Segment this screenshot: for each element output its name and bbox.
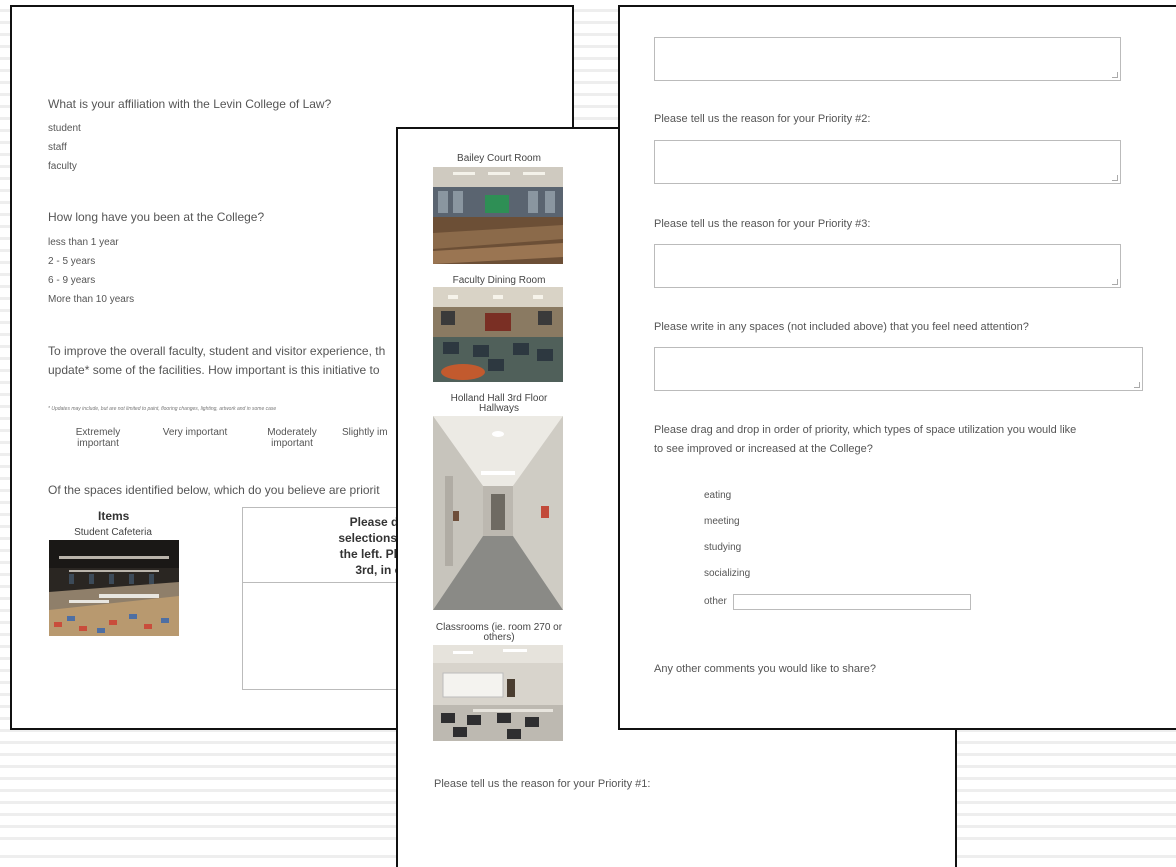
question-improve-line2: update* some of the facilities. How impo… xyxy=(48,363,380,377)
question-priority-3-reason: Please tell us the reason for your Prior… xyxy=(654,218,871,230)
rank-item-meeting[interactable]: meeting xyxy=(704,516,740,527)
rank-item-studying[interactable]: studying xyxy=(704,542,741,553)
option-staff[interactable]: staff xyxy=(48,142,67,153)
faculty-dining-room-photo[interactable] xyxy=(433,287,563,382)
caption-bailey-court-room: Bailey Court Room xyxy=(457,153,541,164)
option-2-5-years[interactable]: 2 - 5 years xyxy=(48,256,95,267)
priority-1-reason-textarea[interactable] xyxy=(654,37,1121,81)
question-priorities: Of the spaces identified below, which do… xyxy=(48,483,380,497)
footnote: * Updates may include, but are not limit… xyxy=(48,406,277,412)
question-affiliation: What is your affiliation with the Levin … xyxy=(48,97,332,111)
scale-extremely-important[interactable]: Extremely important xyxy=(58,427,138,449)
caption-classrooms: Classrooms (ie. room 270 or others) xyxy=(435,622,563,643)
priority-2-reason-textarea[interactable] xyxy=(654,140,1121,184)
rank-item-eating[interactable]: eating xyxy=(704,490,731,501)
holland-hall-hallways-photo[interactable] xyxy=(433,416,563,610)
question-other-spaces: Please write in any spaces (not included… xyxy=(654,321,1029,333)
question-other-comments: Any other comments you would like to sha… xyxy=(654,663,876,675)
question-improve-line1: To improve the overall faculty, student … xyxy=(48,344,386,358)
option-more-than-10-years[interactable]: More than 10 years xyxy=(48,294,134,305)
caption-holland-hall-hallways: Holland Hall 3rd Floor Hallways xyxy=(450,393,548,414)
scale-slightly-important[interactable]: Slightly im xyxy=(342,427,402,438)
rank-item-other[interactable]: other xyxy=(704,596,727,607)
caption-student-cafeteria: Student Cafeteria xyxy=(74,527,152,538)
items-header: Items xyxy=(98,509,130,523)
other-text-input[interactable] xyxy=(733,594,971,610)
student-cafeteria-photo[interactable] xyxy=(49,540,179,636)
question-priority-2-reason: Please tell us the reason for your Prior… xyxy=(654,113,871,125)
question-drag-order-line1: Please drag and drop in order of priorit… xyxy=(654,424,1077,436)
priority-3-reason-textarea[interactable] xyxy=(654,244,1121,288)
question-priority-1-reason: Please tell us the reason for your Prior… xyxy=(434,778,651,790)
option-faculty[interactable]: faculty xyxy=(48,161,77,172)
survey-page-3: Please tell us the reason for your Prior… xyxy=(618,5,1176,730)
caption-faculty-dining-room: Faculty Dining Room xyxy=(452,275,546,286)
scale-very-important[interactable]: Very important xyxy=(150,427,240,438)
question-tenure: How long have you been at the College? xyxy=(48,210,265,224)
scale-moderately-important[interactable]: Moderately important xyxy=(252,427,332,449)
option-less-than-1-year[interactable]: less than 1 year xyxy=(48,237,119,248)
rank-item-socializing[interactable]: socializing xyxy=(704,568,750,579)
other-spaces-textarea[interactable] xyxy=(654,347,1143,391)
bailey-court-room-photo[interactable] xyxy=(433,167,563,264)
option-student[interactable]: student xyxy=(48,123,81,134)
classrooms-photo[interactable] xyxy=(433,645,563,741)
question-drag-order-line2: to see improved or increased at the Coll… xyxy=(654,443,873,455)
option-6-9-years[interactable]: 6 - 9 years xyxy=(48,275,95,286)
